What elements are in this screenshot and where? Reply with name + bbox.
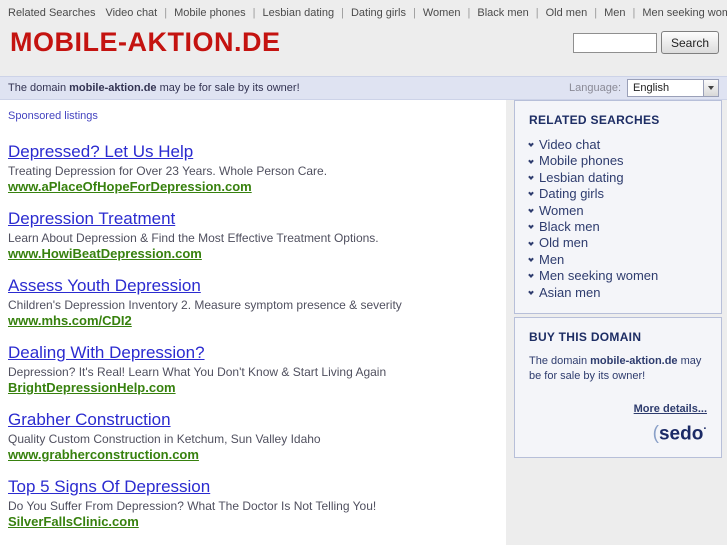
- arrow-bullet-icon: [528, 157, 534, 164]
- language-select-value: English: [633, 82, 670, 94]
- related-search-link[interactable]: Mobile phones: [528, 153, 707, 169]
- buy-domain-text: The domain mobile-aktion.de may be for s…: [529, 354, 707, 385]
- top-nav-item[interactable]: Mobile phones: [157, 7, 245, 19]
- listing-item: Depressed? Let Us Help Treating Depressi…: [8, 142, 496, 196]
- buy-domain-box: BUY THIS DOMAIN The domain mobile-aktion…: [514, 317, 722, 459]
- related-search-label: Dating girls: [539, 186, 605, 202]
- listing-title-link[interactable]: Dealing With Depression?: [8, 343, 496, 363]
- listing-item: Depression Treatment Learn About Depress…: [8, 209, 496, 263]
- arrow-bullet-icon: [528, 223, 534, 230]
- related-search-label: Old men: [539, 235, 589, 251]
- listing-title-link[interactable]: Assess Youth Depression: [8, 276, 496, 296]
- buy-domain-name: mobile-aktion.de: [590, 355, 678, 368]
- arrow-bullet-icon: [528, 190, 534, 197]
- language-select[interactable]: English: [627, 79, 719, 97]
- related-search-label: Asian men: [539, 284, 601, 300]
- related-searches-label: Related Searches: [8, 7, 96, 19]
- top-nav-items: Video chatMobile phonesLesbian datingDat…: [105, 7, 727, 19]
- arrow-bullet-icon: [528, 289, 534, 295]
- language-area: Language: English: [569, 79, 719, 97]
- sponsored-listings-panel: Sponsored listings Depressed? Let Us Hel…: [0, 100, 506, 545]
- related-search-label: Video chat: [539, 137, 601, 152]
- header: Related Searches Video chatMobile phonesL…: [0, 0, 727, 76]
- listing-item: Grabher Construction Quality Custom Cons…: [8, 410, 496, 464]
- related-search-link[interactable]: Men: [528, 251, 707, 268]
- sidebar: RELATED SEARCHES Video chat Mobile phone…: [514, 100, 722, 459]
- top-nav-item[interactable]: Old men: [529, 7, 587, 19]
- listing-item: Assess Youth Depression Children's Depre…: [8, 276, 496, 330]
- sedo-logo-text: sedo: [658, 423, 704, 445]
- related-search-link[interactable]: Men seeking women: [528, 268, 707, 284]
- domain-sale-bar: The domain mobile-aktion.de may be for s…: [0, 76, 727, 100]
- domain-sale-suffix: may be for sale by its owner!: [156, 82, 300, 94]
- top-nav-item[interactable]: Video chat: [105, 7, 157, 19]
- related-search-link[interactable]: Black men: [528, 219, 707, 235]
- chevron-down-icon: [703, 80, 718, 96]
- top-nav-item[interactable]: Women: [406, 7, 461, 19]
- listing-url-link[interactable]: www.mhs.com/CDI2: [8, 313, 132, 328]
- top-nav: Related Searches Video chatMobile phonesL…: [0, 0, 727, 19]
- related-search-label: Lesbian dating: [539, 169, 624, 185]
- related-search-label: Black men: [539, 219, 600, 235]
- related-searches-box: RELATED SEARCHES Video chat Mobile phone…: [514, 100, 722, 315]
- related-searches-heading: RELATED SEARCHES: [529, 113, 660, 127]
- related-search-label: Mobile phones: [539, 153, 624, 169]
- arrow-bullet-icon: [528, 206, 534, 213]
- arrow-bullet-icon: [528, 239, 534, 246]
- search-input[interactable]: [572, 32, 657, 53]
- listing-url-link[interactable]: BrightDepressionHelp.com: [8, 380, 176, 395]
- domain-sale-prefix: The domain: [8, 82, 70, 94]
- related-search-link[interactable]: Asian men: [528, 284, 707, 301]
- brand-row: MOBILE-AKTION.DE Search: [0, 19, 727, 58]
- top-nav-item[interactable]: Lesbian dating: [246, 7, 334, 19]
- domain-name: mobile-aktion.de: [69, 82, 157, 94]
- related-search-label: Women: [539, 202, 584, 218]
- search-button[interactable]: Search: [660, 31, 719, 54]
- related-search-link[interactable]: Women: [528, 202, 707, 219]
- listing-description: Quality Custom Construction in Ketchum, …: [8, 432, 321, 446]
- sedo-dot-icon: [703, 423, 707, 444]
- sponsored-listings-label: Sponsored listings: [8, 110, 98, 122]
- listing-title-link[interactable]: Depression Treatment: [8, 209, 496, 229]
- buy-domain-heading: BUY THIS DOMAIN: [529, 330, 642, 345]
- more-details-link[interactable]: More details...: [529, 403, 707, 415]
- listing-description: Depression? It's Real! Learn What You Do…: [8, 365, 387, 379]
- arrow-bullet-icon: [528, 141, 534, 148]
- related-search-link[interactable]: Video chat: [528, 137, 707, 153]
- listing-description: Learn About Depression & Find the Most E…: [8, 231, 379, 245]
- arrow-bullet-icon: [528, 256, 534, 262]
- language-label: Language:: [569, 82, 621, 94]
- listing-title-link[interactable]: Depressed? Let Us Help: [8, 142, 496, 162]
- listings: Depressed? Let Us Help Treating Depressi…: [8, 142, 496, 545]
- top-nav-item[interactable]: Dating girls: [334, 7, 406, 19]
- related-searches-list: Video chat Mobile phones Lesbian dating …: [528, 137, 707, 301]
- listing-url-link[interactable]: SilverFallsClinic.com: [8, 514, 139, 529]
- related-search-link[interactable]: Old men: [528, 235, 707, 251]
- listing-description: Children's Depression Inventory 2. Measu…: [8, 298, 402, 312]
- arrow-bullet-icon: [528, 174, 534, 180]
- related-search-label: Men seeking women: [539, 268, 659, 284]
- top-nav-item[interactable]: Black men: [461, 7, 529, 19]
- domain-sale-text: The domain mobile-aktion.de may be for s…: [8, 82, 300, 94]
- listing-description: Treating Depression for Over 23 Years. W…: [8, 164, 328, 178]
- buy-domain-prefix: The domain: [529, 355, 591, 368]
- listing-url-link[interactable]: www.grabherconstruction.com: [8, 447, 199, 462]
- arrow-bullet-icon: [528, 272, 534, 279]
- site-logo: MOBILE-AKTION.DE: [10, 27, 281, 57]
- top-nav-item[interactable]: Men: [587, 7, 625, 19]
- listing-url-link[interactable]: www.HowiBeatDepression.com: [8, 246, 202, 261]
- search-box: Search: [572, 31, 719, 54]
- listing-description: Do You Suffer From Depression? What The …: [8, 499, 377, 513]
- related-search-link[interactable]: Dating girls: [528, 186, 707, 202]
- main-area: Sponsored listings Depressed? Let Us Hel…: [0, 100, 727, 545]
- listing-title-link[interactable]: Top 5 Signs Of Depression: [8, 477, 496, 497]
- listing-item: Dealing With Depression? Depression? It'…: [8, 343, 496, 397]
- related-search-link[interactable]: Lesbian dating: [528, 169, 707, 186]
- sedo-logo[interactable]: sedo: [529, 423, 707, 445]
- top-nav-item[interactable]: Men seeking women: [625, 7, 727, 19]
- listing-url-link[interactable]: www.aPlaceOfHopeForDepression.com: [8, 179, 252, 194]
- listing-title-link[interactable]: Grabher Construction: [8, 410, 496, 430]
- listing-item: Top 5 Signs Of Depression Do You Suffer …: [8, 477, 496, 531]
- related-search-label: Men: [539, 251, 565, 267]
